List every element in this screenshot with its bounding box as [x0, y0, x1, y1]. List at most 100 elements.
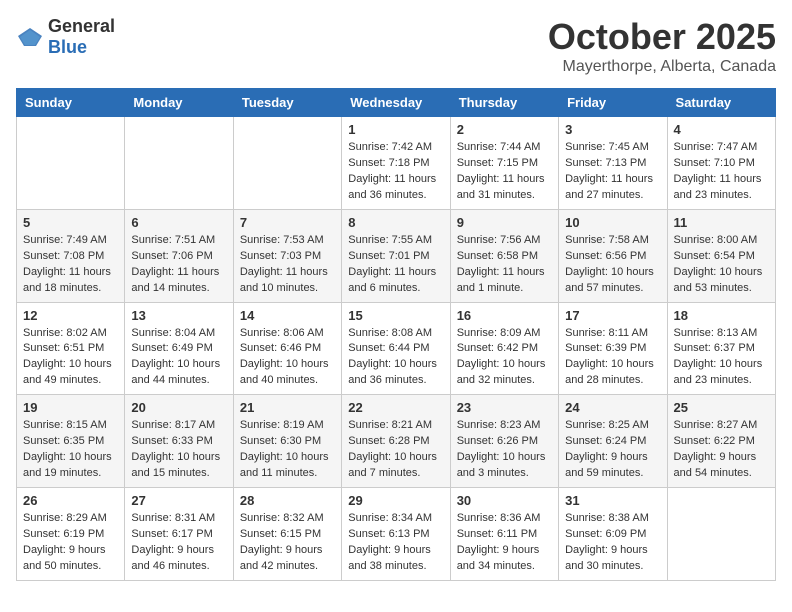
cell-info: Sunrise: 8:32 AM Sunset: 6:15 PM Dayligh…: [240, 511, 335, 575]
cell-info: Sunrise: 8:36 AM Sunset: 6:11 PM Dayligh…: [457, 511, 552, 575]
calendar-cell: 26 Sunrise: 8:29 AM Sunset: 6:19 PM Dayli…: [17, 488, 125, 581]
cell-info: Sunrise: 8:06 AM Sunset: 6:46 PM Dayligh…: [240, 326, 335, 390]
cell-info: Sunrise: 7:53 AM Sunset: 7:03 PM Dayligh…: [240, 233, 335, 297]
cell-info: Sunrise: 8:02 AM Sunset: 6:51 PM Dayligh…: [23, 326, 118, 390]
week-row-4: 19 Sunrise: 8:15 AM Sunset: 6:35 PM Dayli…: [17, 395, 776, 488]
calendar-cell: 28 Sunrise: 8:32 AM Sunset: 6:15 PM Dayli…: [233, 488, 341, 581]
day-number: 4: [674, 122, 769, 137]
cell-info: Sunrise: 8:34 AM Sunset: 6:13 PM Dayligh…: [348, 511, 443, 575]
calendar-cell: 10Sunrise: 7:58 AM Sunset: 6:56 PM Dayli…: [559, 209, 667, 302]
calendar-cell: 2 Sunrise: 7:44 AM Sunset: 7:15 PM Daylig…: [450, 117, 558, 210]
cell-info: Sunrise: 7:58 AM Sunset: 6:56 PM Dayligh…: [565, 233, 660, 297]
cell-info: Sunrise: 7:42 AM Sunset: 7:18 PM Dayligh…: [348, 140, 443, 204]
day-number: 17: [565, 308, 660, 323]
cell-info: Sunrise: 8:19 AM Sunset: 6:30 PM Dayligh…: [240, 418, 335, 482]
calendar-cell: 8 Sunrise: 7:55 AM Sunset: 7:01 PM Daylig…: [342, 209, 450, 302]
calendar-cell: [125, 117, 233, 210]
col-header-thursday: Thursday: [450, 89, 558, 117]
calendar-cell: 11 Sunrise: 8:00 AM Sunset: 6:54 PM Dayli…: [667, 209, 775, 302]
day-number: 8: [348, 215, 443, 230]
calendar-cell: [17, 117, 125, 210]
calendar-cell: 16 Sunrise: 8:09 AM Sunset: 6:42 PM Dayli…: [450, 302, 558, 395]
calendar-cell: 17 Sunrise: 8:11 AM Sunset: 6:39 PM Dayli…: [559, 302, 667, 395]
location-title: Mayerthorpe, Alberta, Canada: [548, 58, 776, 76]
calendar-cell: 15Sunrise: 8:08 AM Sunset: 6:44 PM Dayli…: [342, 302, 450, 395]
cell-info: Sunrise: 8:11 AM Sunset: 6:39 PM Dayligh…: [565, 326, 660, 390]
day-number: 6: [131, 215, 226, 230]
week-row-2: 5Sunrise: 7:49 AM Sunset: 7:08 PM Daylig…: [17, 209, 776, 302]
day-number: 23: [457, 400, 552, 415]
cell-info: Sunrise: 7:55 AM Sunset: 7:01 PM Dayligh…: [348, 233, 443, 297]
cell-info: Sunrise: 8:15 AM Sunset: 6:35 PM Dayligh…: [23, 418, 118, 482]
col-header-tuesday: Tuesday: [233, 89, 341, 117]
day-number: 31: [565, 493, 660, 508]
header-row: SundayMondayTuesdayWednesdayThursdayFrid…: [17, 89, 776, 117]
day-number: 16: [457, 308, 552, 323]
cell-info: Sunrise: 7:49 AM Sunset: 7:08 PM Dayligh…: [23, 233, 118, 297]
calendar-cell: 12Sunrise: 8:02 AM Sunset: 6:51 PM Dayli…: [17, 302, 125, 395]
col-header-monday: Monday: [125, 89, 233, 117]
cell-info: Sunrise: 8:17 AM Sunset: 6:33 PM Dayligh…: [131, 418, 226, 482]
day-number: 26: [23, 493, 118, 508]
cell-info: Sunrise: 8:21 AM Sunset: 6:28 PM Dayligh…: [348, 418, 443, 482]
calendar-cell: 30 Sunrise: 8:36 AM Sunset: 6:11 PM Dayli…: [450, 488, 558, 581]
calendar-cell: 20 Sunrise: 8:17 AM Sunset: 6:33 PM Dayli…: [125, 395, 233, 488]
day-number: 20: [131, 400, 226, 415]
day-number: 24: [565, 400, 660, 415]
cell-info: Sunrise: 7:44 AM Sunset: 7:15 PM Dayligh…: [457, 140, 552, 204]
cell-info: Sunrise: 8:00 AM Sunset: 6:54 PM Dayligh…: [674, 233, 769, 297]
cell-info: Sunrise: 7:45 AM Sunset: 7:13 PM Dayligh…: [565, 140, 660, 204]
day-number: 21: [240, 400, 335, 415]
day-number: 30: [457, 493, 552, 508]
calendar-cell: 21 Sunrise: 8:19 AM Sunset: 6:30 PM Dayli…: [233, 395, 341, 488]
header: General Blue October 2025 Mayerthorpe, A…: [16, 16, 776, 76]
logo-icon: [16, 26, 44, 48]
calendar-cell: 1 Sunrise: 7:42 AM Sunset: 7:18 PM Daylig…: [342, 117, 450, 210]
day-number: 13: [131, 308, 226, 323]
calendar-cell: 5Sunrise: 7:49 AM Sunset: 7:08 PM Daylig…: [17, 209, 125, 302]
week-row-1: 1 Sunrise: 7:42 AM Sunset: 7:18 PM Daylig…: [17, 117, 776, 210]
calendar-cell: 9 Sunrise: 7:56 AM Sunset: 6:58 PM Daylig…: [450, 209, 558, 302]
cell-info: Sunrise: 8:09 AM Sunset: 6:42 PM Dayligh…: [457, 326, 552, 390]
day-number: 15: [348, 308, 443, 323]
day-number: 28: [240, 493, 335, 508]
calendar-cell: 22Sunrise: 8:21 AM Sunset: 6:28 PM Dayli…: [342, 395, 450, 488]
day-number: 19: [23, 400, 118, 415]
calendar-cell: [667, 488, 775, 581]
day-number: 2: [457, 122, 552, 137]
day-number: 25: [674, 400, 769, 415]
day-number: 11: [674, 215, 769, 230]
cell-info: Sunrise: 8:31 AM Sunset: 6:17 PM Dayligh…: [131, 511, 226, 575]
calendar-cell: 23Sunrise: 8:23 AM Sunset: 6:26 PM Dayli…: [450, 395, 558, 488]
col-header-wednesday: Wednesday: [342, 89, 450, 117]
cell-info: Sunrise: 8:38 AM Sunset: 6:09 PM Dayligh…: [565, 511, 660, 575]
week-row-3: 12Sunrise: 8:02 AM Sunset: 6:51 PM Dayli…: [17, 302, 776, 395]
day-number: 3: [565, 122, 660, 137]
cell-info: Sunrise: 7:47 AM Sunset: 7:10 PM Dayligh…: [674, 140, 769, 204]
day-number: 14: [240, 308, 335, 323]
calendar-cell: [233, 117, 341, 210]
calendar-cell: 6 Sunrise: 7:51 AM Sunset: 7:06 PM Daylig…: [125, 209, 233, 302]
week-row-5: 26 Sunrise: 8:29 AM Sunset: 6:19 PM Dayli…: [17, 488, 776, 581]
cell-info: Sunrise: 8:04 AM Sunset: 6:49 PM Dayligh…: [131, 326, 226, 390]
logo-blue: Blue: [48, 37, 87, 57]
day-number: 1: [348, 122, 443, 137]
calendar-cell: 14 Sunrise: 8:06 AM Sunset: 6:46 PM Dayli…: [233, 302, 341, 395]
cell-info: Sunrise: 8:27 AM Sunset: 6:22 PM Dayligh…: [674, 418, 769, 482]
logo: General Blue: [16, 16, 115, 58]
cell-info: Sunrise: 7:56 AM Sunset: 6:58 PM Dayligh…: [457, 233, 552, 297]
col-header-friday: Friday: [559, 89, 667, 117]
calendar-cell: 3 Sunrise: 7:45 AM Sunset: 7:13 PM Daylig…: [559, 117, 667, 210]
day-number: 29: [348, 493, 443, 508]
cell-info: Sunrise: 8:13 AM Sunset: 6:37 PM Dayligh…: [674, 326, 769, 390]
cell-info: Sunrise: 7:51 AM Sunset: 7:06 PM Dayligh…: [131, 233, 226, 297]
title-area: October 2025 Mayerthorpe, Alberta, Canad…: [548, 16, 776, 76]
col-header-sunday: Sunday: [17, 89, 125, 117]
calendar-cell: 31 Sunrise: 8:38 AM Sunset: 6:09 PM Dayli…: [559, 488, 667, 581]
day-number: 9: [457, 215, 552, 230]
cell-info: Sunrise: 8:29 AM Sunset: 6:19 PM Dayligh…: [23, 511, 118, 575]
calendar-cell: 27Sunrise: 8:31 AM Sunset: 6:17 PM Dayli…: [125, 488, 233, 581]
month-title: October 2025: [548, 16, 776, 58]
day-number: 18: [674, 308, 769, 323]
calendar-cell: 18 Sunrise: 8:13 AM Sunset: 6:37 PM Dayli…: [667, 302, 775, 395]
